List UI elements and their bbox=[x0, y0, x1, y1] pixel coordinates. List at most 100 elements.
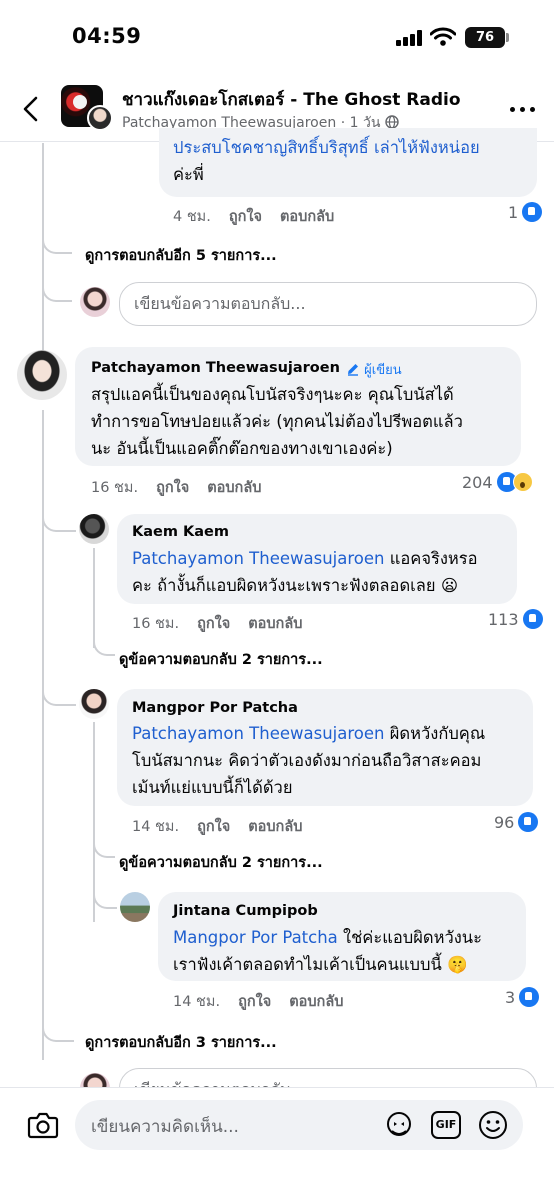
group-title[interactable]: ชาวแก๊งเดอะโกสเตอร์ - The Ghost Radio bbox=[122, 86, 461, 113]
user-avatar bbox=[80, 287, 110, 317]
commenter-avatar[interactable] bbox=[17, 350, 67, 400]
reply-text: เม้นท์แย่แบบนี้ก็ได้ด้วย bbox=[132, 778, 293, 797]
like-reaction-icon bbox=[518, 812, 539, 832]
back-arrow-icon[interactable] bbox=[16, 94, 46, 124]
comment-actions: 14 ชม. ถูกใจ ตอบกลับ bbox=[132, 815, 302, 838]
comment-time: 14 ชม. bbox=[132, 819, 180, 835]
like-reaction-icon bbox=[519, 987, 540, 1007]
reply-text-rest: ใช่ค่ะแอบผิดหวังนะ bbox=[337, 928, 482, 947]
reaction-count[interactable]: 3 bbox=[505, 987, 540, 1007]
battery-indicator: 76 bbox=[465, 27, 505, 48]
author-badge[interactable]: ผู้เขียน bbox=[346, 359, 402, 380]
reaction-count[interactable]: 113 bbox=[488, 609, 543, 629]
like-button[interactable]: ถูกใจ bbox=[238, 994, 271, 1010]
replier-avatar[interactable] bbox=[120, 892, 150, 922]
reaction-count-text: 113 bbox=[488, 609, 519, 629]
like-button[interactable]: ถูกใจ bbox=[156, 480, 189, 496]
camera-icon[interactable] bbox=[27, 1110, 59, 1140]
author-badge-label: ผู้เขียน bbox=[364, 363, 402, 378]
comment-composer: เขียนความคิดเห็น... GIF bbox=[0, 1087, 554, 1200]
comment-time: 4 ชม. bbox=[173, 209, 211, 225]
thread-connector bbox=[93, 634, 115, 656]
comment-input[interactable]: เขียนความคิดเห็น... GIF bbox=[75, 1100, 523, 1150]
reply-text: คะ ถ้างั้นก็แอบผิดหวังนะเพราะฟังตลอดเลย … bbox=[132, 576, 459, 595]
comment-time: 14 ชม. bbox=[173, 994, 221, 1010]
thread-connector bbox=[42, 270, 72, 302]
mention-link[interactable]: Mangpor Por Patcha bbox=[173, 928, 338, 947]
replier-name[interactable]: Jintana Cumpipob bbox=[173, 903, 318, 919]
view-more-replies[interactable]: ดูข้อความตอบกลับ 2 รายการ... bbox=[119, 851, 323, 874]
reply-text: เราฟังเค้าตลอดทำไมเค้าเป็นคนแบบนี้ 🤫 bbox=[173, 955, 468, 974]
like-button[interactable]: ถูกใจ bbox=[197, 616, 230, 632]
comment-text: สรุปแอคนี้เป็นของคุณโบนัสจริงๆนะคะ คุณโบ… bbox=[91, 385, 454, 404]
pencil-icon bbox=[348, 364, 358, 376]
reply-button[interactable]: ตอบกลับ bbox=[248, 819, 302, 835]
reaction-count[interactable]: 96 bbox=[494, 812, 539, 832]
replier-name[interactable]: Kaem Kaem bbox=[132, 524, 229, 540]
comment-text: นะ อันนี้เป็นแอคติ๊กต๊อกของทางเขาเองค่ะ) bbox=[91, 439, 393, 458]
reply-text: Patchayamon Theewasujaroen แอคจริงหรอ bbox=[132, 545, 478, 572]
thread-line bbox=[93, 548, 95, 648]
view-more-replies[interactable]: ดูข้อความตอบกลับ 2 รายการ... bbox=[119, 648, 323, 671]
thread-connector bbox=[93, 836, 115, 858]
author-avatar-small bbox=[87, 105, 113, 131]
avatar-sticker-icon[interactable] bbox=[383, 1109, 415, 1141]
thread-connector bbox=[93, 885, 117, 909]
thread-line bbox=[42, 143, 44, 381]
reaction-count[interactable]: 204 bbox=[462, 472, 533, 492]
battery-tip bbox=[506, 33, 509, 42]
reaction-count-text: 1 bbox=[508, 202, 519, 222]
gif-label: GIF bbox=[435, 1118, 457, 1131]
group-avatar[interactable] bbox=[61, 85, 113, 131]
comment-actions: 14 ชม. ถูกใจ ตอบกลับ bbox=[173, 990, 343, 1013]
reply-button[interactable]: ตอบกลับ bbox=[280, 209, 334, 225]
comment-time: 16 ชม. bbox=[91, 480, 139, 496]
replier-avatar[interactable] bbox=[79, 689, 109, 719]
status-bar: 04:59 76 bbox=[0, 0, 554, 76]
view-more-replies[interactable]: ดูการตอบกลับอีก 5 รายการ... bbox=[85, 244, 277, 267]
comment-actions: 16 ชม. ถูกใจ ตอบกลับ bbox=[91, 476, 261, 499]
emoji-icon[interactable] bbox=[477, 1109, 509, 1141]
thread-connector bbox=[42, 1016, 74, 1042]
more-options-icon[interactable] bbox=[508, 101, 538, 117]
comment-text: ทำการขอโทษปอยแล้วค่ะ (ทุกคนไม่ต้องไปรีพอ… bbox=[91, 412, 463, 431]
replier-name[interactable]: Mangpor Por Patcha bbox=[132, 700, 298, 716]
globe-icon bbox=[385, 115, 399, 129]
like-button[interactable]: ถูกใจ bbox=[229, 209, 262, 225]
wifi-icon bbox=[430, 27, 456, 46]
replier-avatar[interactable] bbox=[79, 514, 109, 544]
comment-input-placeholder: เขียนความคิดเห็น... bbox=[91, 1117, 239, 1137]
reply-text: Patchayamon Theewasujaroen ผิดหวังกับคุณ bbox=[132, 720, 485, 747]
thread-connector bbox=[42, 228, 72, 254]
reaction-count[interactable]: 1 bbox=[508, 202, 543, 222]
cellular-signal-icon bbox=[396, 30, 422, 46]
reply-button[interactable]: ตอบกลับ bbox=[289, 994, 343, 1010]
gif-icon[interactable]: GIF bbox=[431, 1111, 461, 1139]
reply-button[interactable]: ตอบกลับ bbox=[207, 480, 261, 496]
thread-connector bbox=[42, 500, 76, 532]
view-more-replies[interactable]: ดูการตอบกลับอีก 3 รายการ... bbox=[85, 1031, 277, 1054]
comment-actions: 4 ชม. ถูกใจ ตอบกลับ bbox=[173, 205, 334, 228]
comment-time: 16 ชม. bbox=[132, 616, 180, 632]
comment-text: ประสบโชคชาญสิทธิ์บริสุทธิ์ เล่าไห้ฟังหน่… bbox=[173, 138, 480, 157]
comment-text: ค่ะพี่ bbox=[173, 165, 204, 184]
status-time: 04:59 bbox=[72, 24, 142, 48]
mention-link[interactable]: Patchayamon Theewasujaroen bbox=[132, 724, 385, 743]
reply-text: Mangpor Por Patcha ใช่ค่ะแอบผิดหวังนะ bbox=[173, 924, 482, 951]
reaction-count-text: 3 bbox=[505, 987, 516, 1007]
reply-text-rest: แอคจริงหรอ bbox=[384, 549, 478, 568]
mention-link[interactable]: Patchayamon Theewasujaroen bbox=[132, 549, 385, 568]
reaction-count-text: 96 bbox=[494, 812, 515, 832]
reply-input[interactable]: เขียนข้อความตอบกลับ... bbox=[119, 282, 537, 326]
reply-button[interactable]: ตอบกลับ bbox=[248, 616, 302, 632]
like-reaction-icon bbox=[522, 202, 543, 222]
reaction-count-text: 204 bbox=[462, 472, 493, 492]
wow-reaction-icon bbox=[512, 472, 533, 492]
like-reaction-icon bbox=[522, 609, 543, 629]
reply-text: โบนัสมากนะ คิดว่าตัวเองดังมาก่อนถือวิสาส… bbox=[132, 751, 482, 770]
thread-connector bbox=[42, 682, 76, 706]
reply-text-rest: ผิดหวังกับคุณ bbox=[384, 724, 486, 743]
like-button[interactable]: ถูกใจ bbox=[197, 819, 230, 835]
commenter-name[interactable]: Patchayamon Theewasujaroen bbox=[91, 360, 340, 376]
comment-actions: 16 ชม. ถูกใจ ตอบกลับ bbox=[132, 612, 302, 635]
